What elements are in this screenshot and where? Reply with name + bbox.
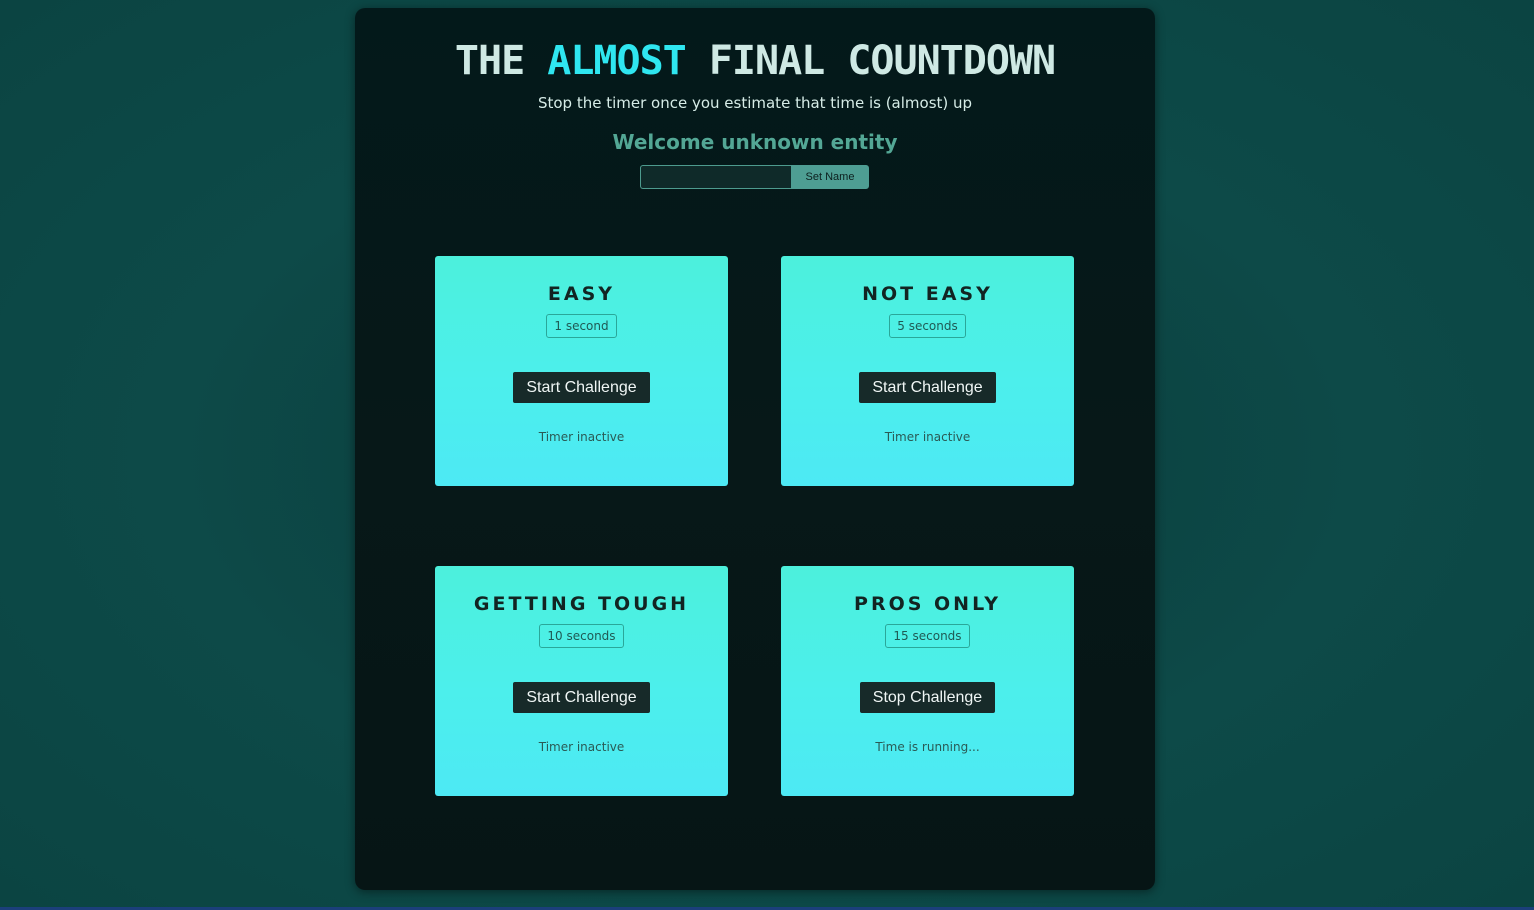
timer-status: Time is running... (875, 740, 980, 754)
name-input[interactable] (640, 165, 791, 189)
timer-status: Timer inactive (538, 430, 625, 444)
challenge-title: NOT EASY (862, 283, 993, 305)
set-name-button[interactable]: Set Name (791, 165, 869, 189)
challenge-duration-badge: 1 second (546, 314, 617, 338)
page-subtitle: Stop the timer once you estimate that ti… (537, 94, 973, 112)
challenge-duration-badge: 10 seconds (539, 624, 624, 648)
challenge-title: EASY (547, 283, 616, 305)
welcome-message: Welcome unknown entity (612, 130, 898, 154)
timer-status: Timer inactive (884, 430, 971, 444)
start-challenge-button[interactable]: Start Challenge (859, 372, 996, 403)
challenge-card-easy: EASY 1 second Start Challenge Timer inac… (435, 256, 728, 486)
challenge-title: GETTING TOUGH (473, 593, 690, 615)
name-form: Set Name (640, 165, 869, 189)
app-container: THE ALMOST FINAL COUNTDOWN Stop the time… (355, 8, 1155, 890)
challenge-card-pros-only: PROS ONLY 15 seconds Stop Challenge Time… (781, 566, 1074, 796)
challenge-title: PROS ONLY (854, 593, 1001, 615)
title-accent: ALMOST (547, 38, 686, 84)
title-part-2: FINAL COUNTDOWN (708, 38, 1056, 84)
timer-status: Timer inactive (538, 740, 625, 754)
page-title: THE ALMOST FINAL COUNTDOWN (355, 38, 1155, 84)
challenge-duration-badge: 5 seconds (889, 314, 966, 338)
challenge-card-getting-tough: GETTING TOUGH 10 seconds Start Challenge… (435, 566, 728, 796)
title-part-1: THE (454, 38, 525, 84)
challenge-duration-badge: 15 seconds (885, 624, 970, 648)
stop-challenge-button[interactable]: Stop Challenge (859, 682, 996, 713)
challenge-card-not-easy: NOT EASY 5 seconds Start Challenge Timer… (781, 256, 1074, 486)
start-challenge-button[interactable]: Start Challenge (513, 372, 650, 403)
start-challenge-button[interactable]: Start Challenge (513, 682, 650, 713)
